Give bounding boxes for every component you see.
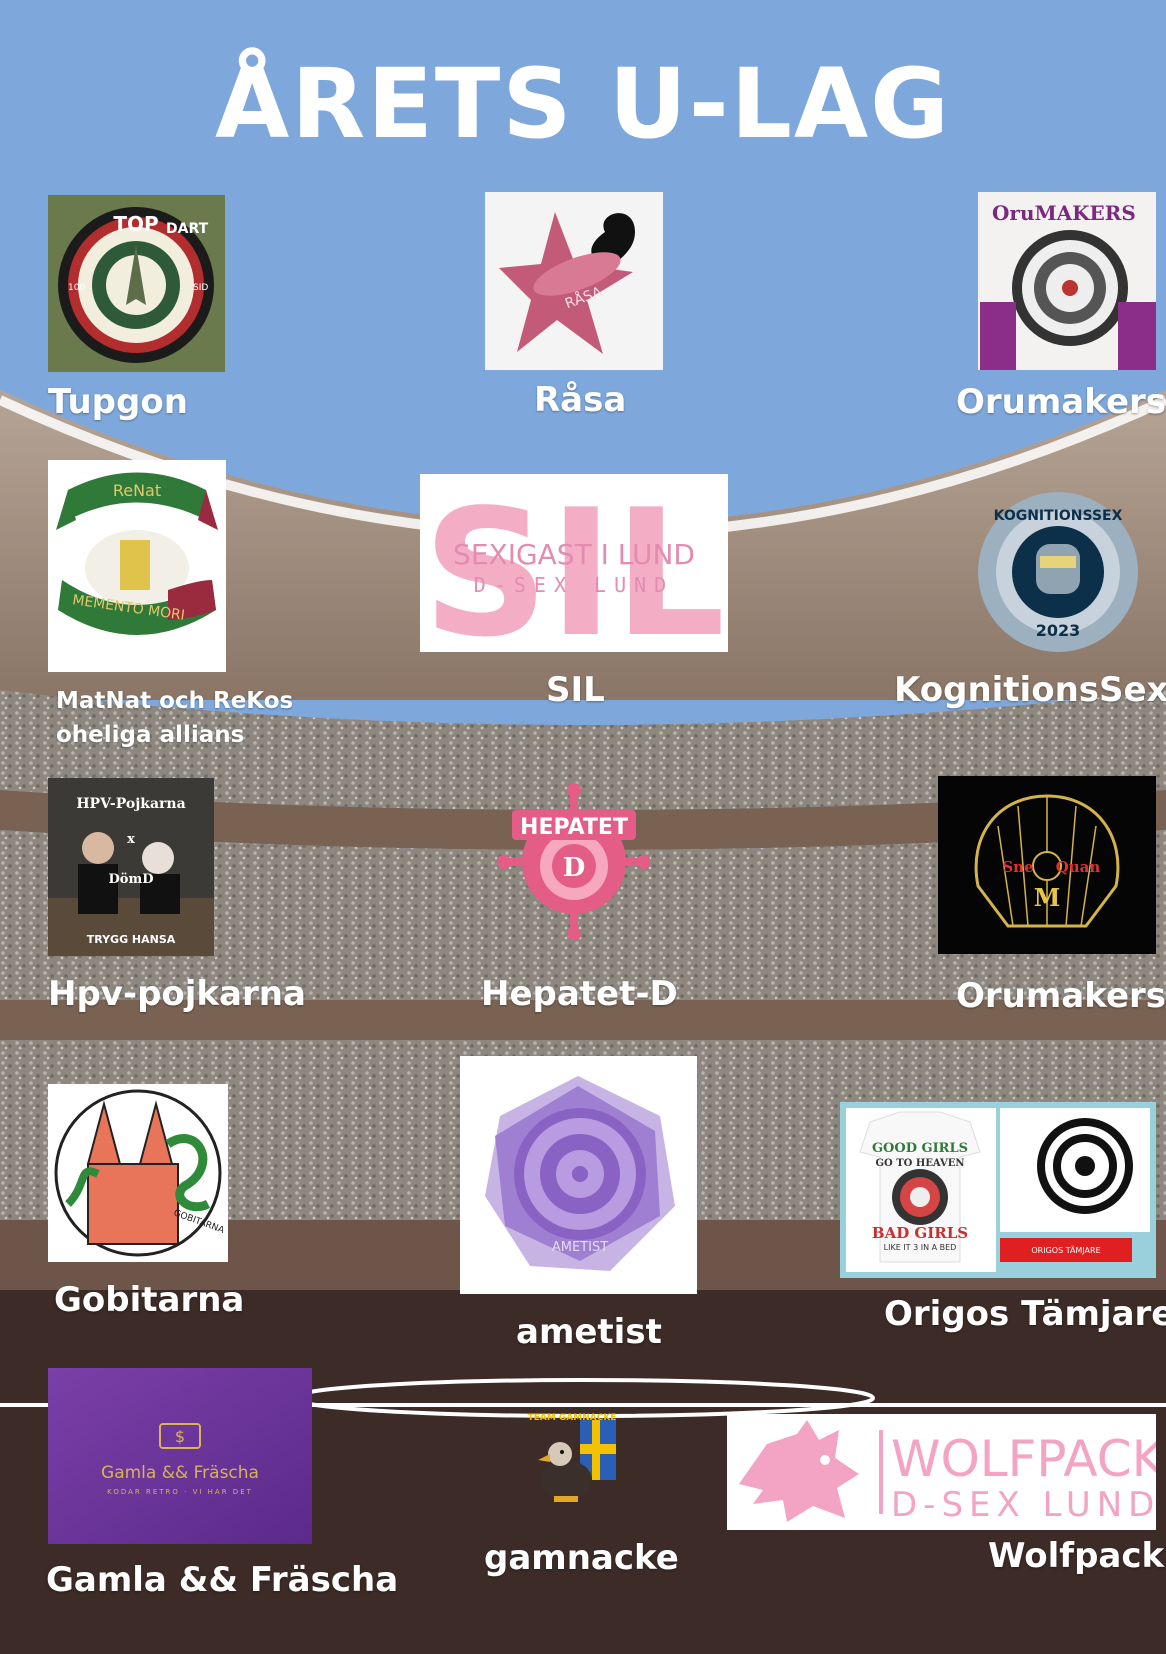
team-name-matnat-rekos: MatNat och ReKos oheliga allians bbox=[56, 688, 294, 748]
kognitionssex-logo: KOGNITIONSSEX 2023 bbox=[976, 490, 1140, 654]
svg-text:SID: SID bbox=[193, 283, 208, 293]
svg-text:HEPATET: HEPATET bbox=[520, 815, 628, 840]
team-name-ametist: ametist bbox=[516, 1312, 662, 1352]
svg-text:TEAM GAMNACKE: TEAM GAMNACKE bbox=[528, 1413, 617, 1423]
team-name-gamnacke: gamnacke bbox=[484, 1538, 679, 1578]
svg-text:DömD: DömD bbox=[109, 872, 154, 887]
ametist-logo: AMETIST bbox=[460, 1056, 697, 1294]
svg-text:KODAR RETRO · VI HAR DET: KODAR RETRO · VI HAR DET bbox=[107, 1488, 253, 1496]
snequanm-logo: Sne Quan M bbox=[938, 776, 1156, 954]
svg-text:BAD GIRLS: BAD GIRLS bbox=[872, 1224, 968, 1242]
svg-text:M: M bbox=[1034, 883, 1061, 912]
wolfpack-logo: WOLFPACK D-SEX LUND bbox=[727, 1414, 1156, 1530]
svg-text:x: x bbox=[127, 832, 135, 847]
svg-text:D-SEX LUND: D-SEX LUND bbox=[891, 1485, 1156, 1525]
svg-text:Sne: Sne bbox=[1002, 858, 1033, 876]
svg-text:AMETIST: AMETIST bbox=[552, 1240, 608, 1255]
svg-text:GOOD GIRLS: GOOD GIRLS bbox=[872, 1141, 968, 1156]
team-name-kognitionssex: KognitionsSex bbox=[894, 670, 1166, 710]
svg-text:KOGNITIONSSEX: KOGNITIONSSEX bbox=[994, 508, 1123, 524]
gobitarna-logo: GOBITARNA bbox=[48, 1084, 228, 1262]
svg-text:DART: DART bbox=[166, 221, 209, 237]
hpv-pojkarna-logo: HPV-Pojkarna x DömD TRYGG HANSA bbox=[48, 778, 214, 956]
team-name-gobitarna: Gobitarna bbox=[54, 1280, 245, 1320]
team-name-sil: SIL bbox=[546, 670, 605, 710]
team-name-rasa: Råsa bbox=[534, 380, 627, 420]
tupgon-logo: TOP DART 100 SID bbox=[48, 195, 225, 372]
svg-text:$: $ bbox=[175, 1427, 185, 1446]
svg-text:2023: 2023 bbox=[1036, 621, 1081, 640]
team-name-hepatet-d: Hepatet-D bbox=[481, 974, 678, 1014]
svg-text:LIKE IT 3 IN A BED: LIKE IT 3 IN A BED bbox=[884, 1243, 957, 1252]
svg-text:D: D bbox=[563, 853, 586, 883]
matnat-rekos-logo: ReNat MEMENTO MORI bbox=[48, 460, 226, 672]
svg-text:TRYGG HANSA: TRYGG HANSA bbox=[87, 933, 176, 946]
svg-text:ReNat: ReNat bbox=[113, 481, 161, 500]
svg-text:HPV-Pojkarna: HPV-Pojkarna bbox=[76, 796, 185, 812]
svg-text:OruMAKERS: OruMAKERS bbox=[992, 201, 1136, 225]
svg-text:GO TO HEAVEN: GO TO HEAVEN bbox=[876, 1158, 965, 1169]
origos-tamjare-logo: GOOD GIRLS GO TO HEAVEN BAD GIRLS LIKE I… bbox=[840, 1102, 1156, 1278]
svg-text:SEXIGAST I LUND: SEXIGAST I LUND bbox=[453, 538, 695, 571]
orumakers-logo: OruMAKERS bbox=[978, 192, 1156, 370]
team-name-origos-tamjare: Origos Tämjare bbox=[884, 1294, 1166, 1334]
svg-text:Quan: Quan bbox=[1056, 858, 1101, 876]
team-name-hpv-pojkarna: Hpv-pojkarna bbox=[48, 974, 306, 1014]
sil-logo: SIL SEXIGAST I LUND D-SEX LUND bbox=[420, 474, 728, 652]
svg-text:100: 100 bbox=[68, 283, 85, 293]
svg-text:WOLFPACK: WOLFPACK bbox=[891, 1430, 1156, 1488]
tupgon-logo-text: TOP bbox=[113, 212, 158, 236]
team-name-wolfpack: Wolfpack bbox=[988, 1536, 1165, 1576]
svg-text:ORIGOS TÄMJARE: ORIGOS TÄMJARE bbox=[1031, 1245, 1100, 1255]
gamla-fraecha-logo: $ Gamla && Fräscha KODAR RETRO · VI HAR … bbox=[48, 1368, 312, 1544]
svg-text:Gamla && Fräscha: Gamla && Fräscha bbox=[101, 1463, 259, 1483]
team-name-tupgon: Tupgon bbox=[48, 382, 188, 422]
team-name-gamla-fraecha: Gamla && Fräscha bbox=[46, 1560, 399, 1600]
gamnacke-logo: TEAM GAMNACKE bbox=[520, 1410, 624, 1514]
page-title: ÅRETS U-LAG bbox=[215, 48, 951, 160]
svg-text:D-SEX LUND: D-SEX LUND bbox=[474, 573, 674, 597]
hepatet-d-logo: HEPATET D bbox=[498, 780, 650, 940]
rasa-logo: RÅSA bbox=[485, 192, 663, 370]
team-name-orumakers: Orumakers bbox=[956, 382, 1166, 422]
team-name-orumakers-2: Orumakers bbox=[956, 976, 1166, 1016]
